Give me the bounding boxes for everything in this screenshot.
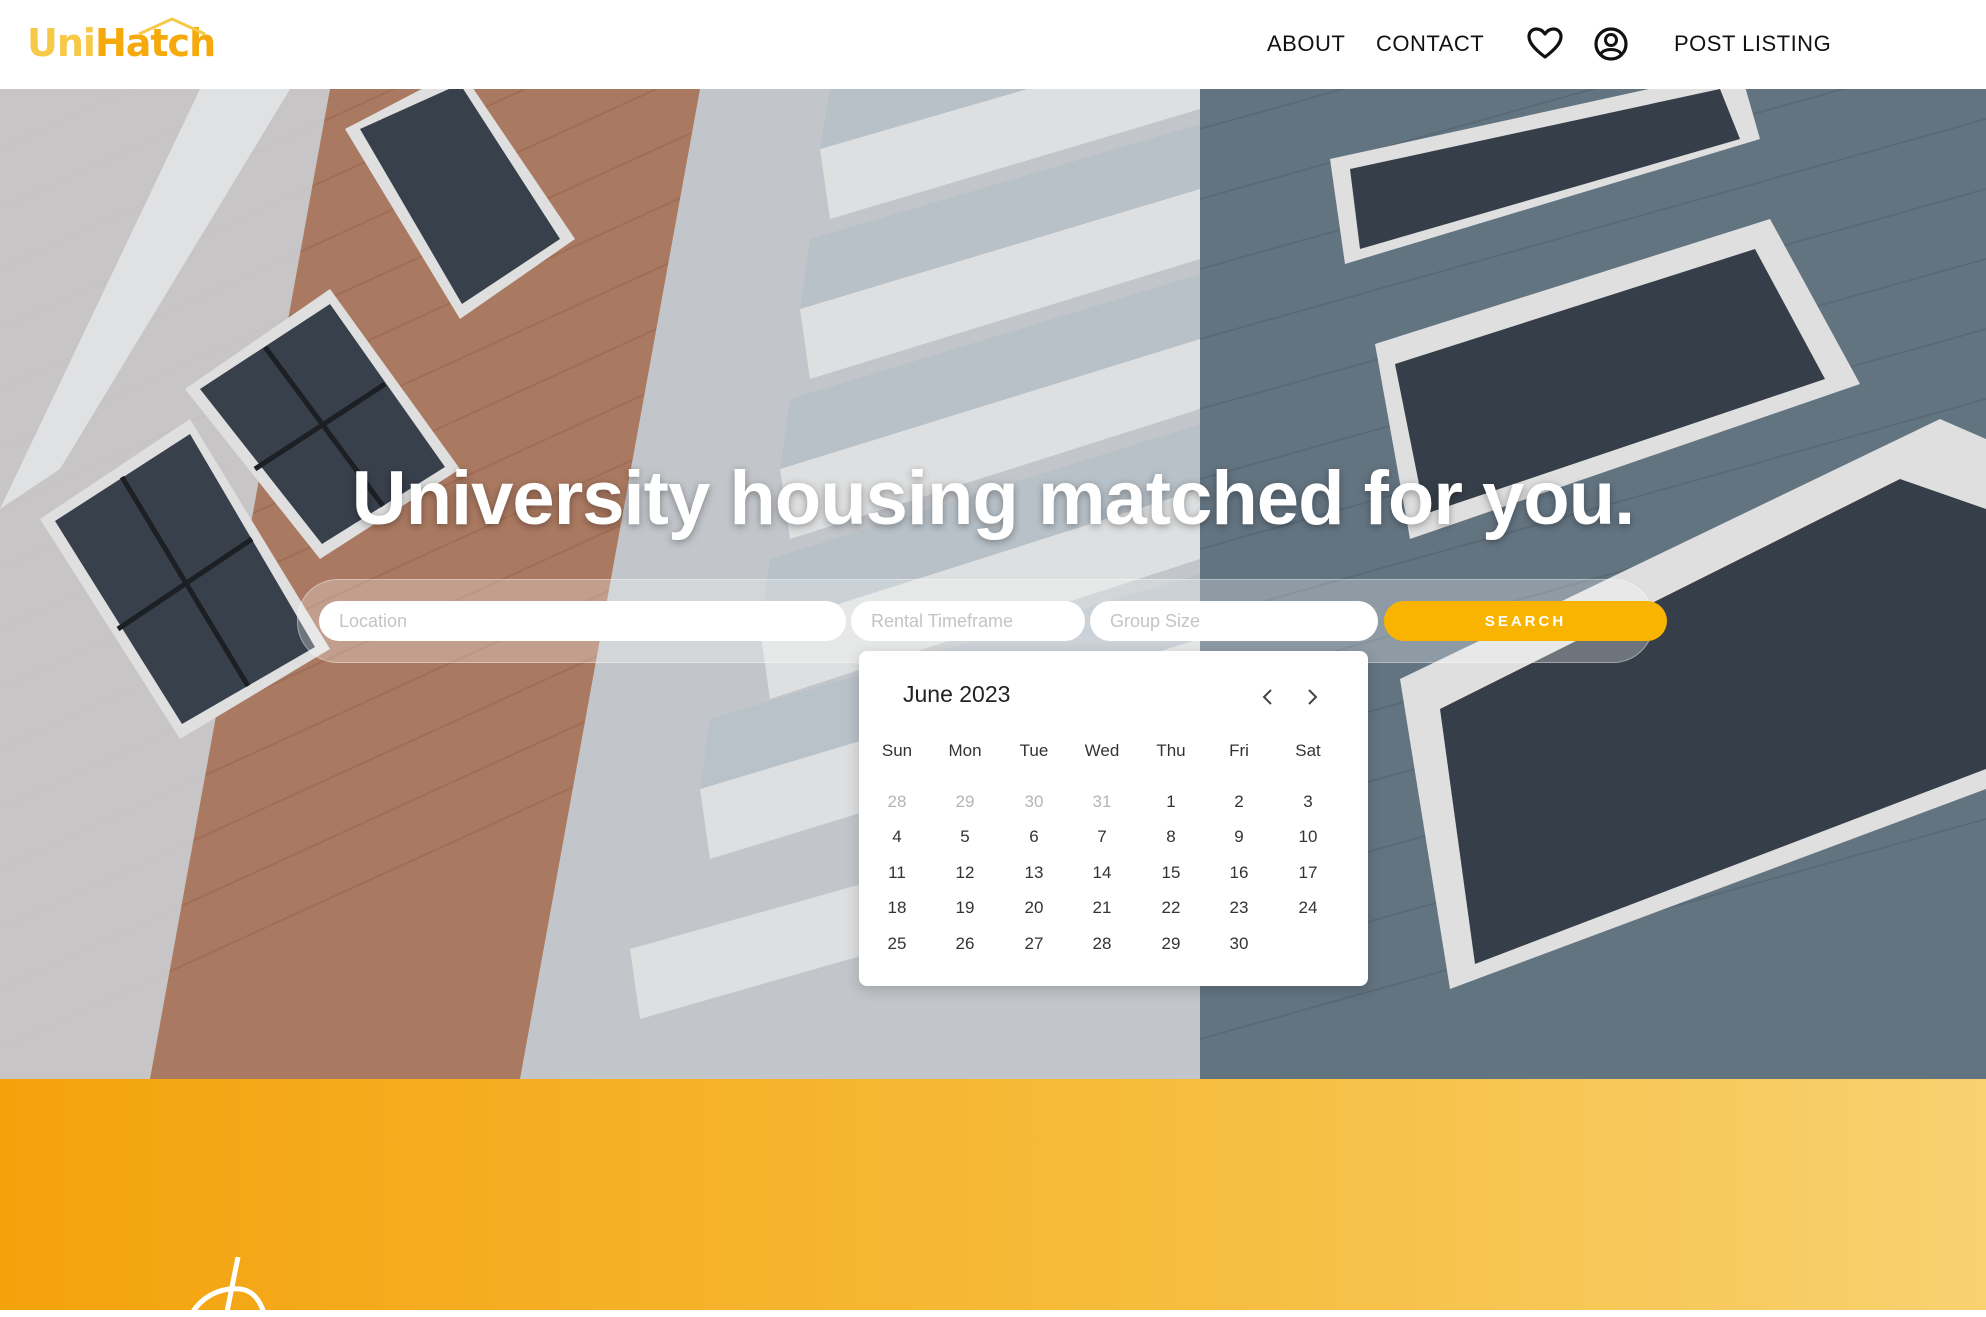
calendar-day[interactable]: 12 xyxy=(935,863,995,883)
weekday-header: Fri xyxy=(1229,741,1249,760)
calendar-day[interactable]: 28 xyxy=(1072,934,1132,954)
calendar-day[interactable]: 19 xyxy=(935,898,995,918)
weekday-header: Wed xyxy=(1084,741,1120,760)
calendar-day[interactable]: 10 xyxy=(1278,827,1338,847)
calendar-day[interactable]: 26 xyxy=(935,934,995,954)
calendar-day[interactable]: 15 xyxy=(1141,863,1201,883)
calendar-day[interactable]: 4 xyxy=(867,827,927,847)
calendar-day[interactable]: 30 xyxy=(1209,934,1269,954)
group-size-input[interactable] xyxy=(1090,601,1378,641)
calendar-day[interactable]: 6 xyxy=(1004,827,1064,847)
calendar-day[interactable]: 24 xyxy=(1278,898,1338,918)
search-button[interactable]: SEARCH xyxy=(1384,601,1667,641)
date-picker-popup: June 2023 Sun Mon Tue Wed Thu Fri Sat 28 29 30 31 1… xyxy=(859,651,1368,986)
calendar-day[interactable]: 5 xyxy=(935,827,995,847)
calendar-day[interactable]: 16 xyxy=(1209,863,1269,883)
roof-icon xyxy=(138,17,206,36)
calendar-day[interactable]: 31 xyxy=(1072,792,1132,812)
calendar-day[interactable]: 17 xyxy=(1278,863,1338,883)
promo-section xyxy=(0,1079,1986,1317)
calendar-day[interactable]: 11 xyxy=(867,863,927,883)
calendar-day[interactable]: 30 xyxy=(1004,792,1064,812)
brand-name-part1: Uni xyxy=(27,21,96,65)
rental-timeframe-input[interactable] xyxy=(851,601,1085,641)
calendar-day[interactable]: 23 xyxy=(1209,898,1269,918)
calendar-day[interactable]: 8 xyxy=(1141,827,1201,847)
site-header: UniHatch ABOUT CONTACT POST LISTING xyxy=(0,0,1986,89)
calendar-day[interactable]: 9 xyxy=(1209,827,1269,847)
calendar-day[interactable]: 7 xyxy=(1072,827,1132,847)
location-input[interactable] xyxy=(319,601,846,641)
calendar-day[interactable]: 2 xyxy=(1209,792,1269,812)
heart-icon[interactable] xyxy=(1525,24,1565,64)
calendar-day[interactable]: 27 xyxy=(1004,934,1064,954)
nav-about-link[interactable]: ABOUT xyxy=(1267,31,1345,57)
post-listing-link[interactable]: POST LISTING xyxy=(1674,31,1831,57)
hero-title: University housing matched for you. xyxy=(351,456,1636,541)
calendar-day[interactable]: 22 xyxy=(1141,898,1201,918)
chevron-right-icon[interactable] xyxy=(1300,685,1324,709)
brand-logo[interactable]: UniHatch xyxy=(27,17,216,68)
user-circle-icon[interactable] xyxy=(1591,24,1631,64)
calendar-month-label: June 2023 xyxy=(903,681,1011,707)
weekday-header: Mon xyxy=(948,741,982,760)
weekday-header: Tue xyxy=(1019,741,1049,760)
calendar-day[interactable]: 25 xyxy=(867,934,927,954)
calendar-day[interactable]: 29 xyxy=(1141,934,1201,954)
calendar-day[interactable]: 14 xyxy=(1072,863,1132,883)
calendar-day[interactable]: 18 xyxy=(867,898,927,918)
calendar-day[interactable]: 28 xyxy=(867,792,927,812)
weekday-header: Sun xyxy=(881,741,913,760)
feature-icon xyxy=(187,1257,268,1317)
weekday-header: Sat xyxy=(1295,741,1321,760)
calendar-day[interactable]: 1 xyxy=(1141,792,1201,812)
calendar-day[interactable]: 3 xyxy=(1278,792,1338,812)
calendar-day[interactable]: 29 xyxy=(935,792,995,812)
chevron-left-icon[interactable] xyxy=(1256,685,1280,709)
calendar-day[interactable]: 20 xyxy=(1004,898,1064,918)
nav-contact-link[interactable]: CONTACT xyxy=(1376,31,1484,57)
weekday-header: Thu xyxy=(1156,741,1186,760)
calendar-day[interactable]: 13 xyxy=(1004,863,1064,883)
calendar-day[interactable]: 21 xyxy=(1072,898,1132,918)
